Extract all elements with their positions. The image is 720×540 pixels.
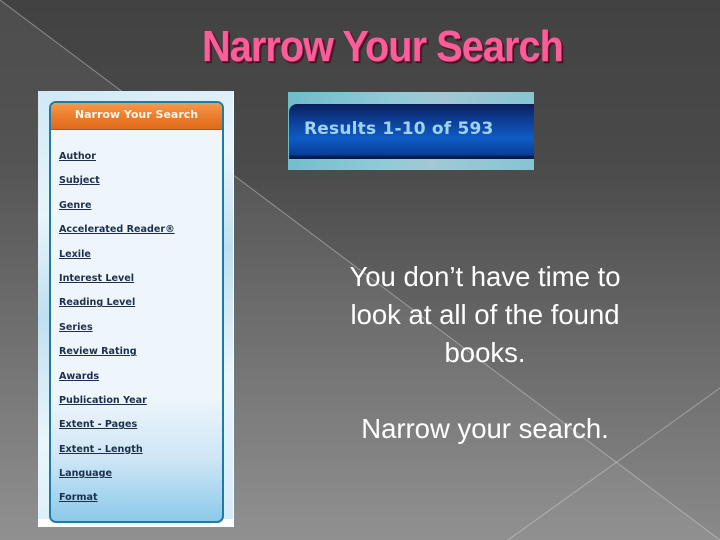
filter-item: Review Rating xyxy=(59,341,175,365)
call-to-action: Narrow your search. xyxy=(361,413,609,444)
results-count-screenshot: Results 1-10 of 593 xyxy=(288,92,534,170)
results-count-bar: Results 1-10 of 593 xyxy=(289,104,534,159)
filter-link-author[interactable]: Author xyxy=(59,151,96,162)
filter-link-extent-pages[interactable]: Extent - Pages xyxy=(59,419,137,430)
filter-link-lexile[interactable]: Lexile xyxy=(59,249,91,260)
filter-item: Subject xyxy=(59,170,175,194)
filter-item: Genre xyxy=(59,195,175,219)
filter-item: Awards xyxy=(59,366,175,390)
slide-body: You don’t have time to look at all of th… xyxy=(300,258,670,448)
filter-link-awards[interactable]: Awards xyxy=(59,371,99,382)
slide-title: Narrow Your Search xyxy=(202,22,564,71)
filter-item: Series xyxy=(59,317,175,341)
filter-list: Author Subject Genre Accelerated Reader®… xyxy=(59,146,175,512)
narrow-search-screenshot: Narrow Your Search Author Subject Genre … xyxy=(38,91,234,527)
filter-link-accelerated-reader[interactable]: Accelerated Reader® xyxy=(59,224,175,235)
filter-item: Interest Level xyxy=(59,268,175,292)
filter-link-language[interactable]: Language xyxy=(59,468,112,479)
narrow-search-panel: Narrow Your Search Author Subject Genre … xyxy=(49,101,224,523)
filter-item: Extent - Length xyxy=(59,439,175,463)
filter-link-series[interactable]: Series xyxy=(59,322,93,333)
results-count-text: Results 1-10 of 593 xyxy=(304,119,494,139)
filter-link-publication-year[interactable]: Publication Year xyxy=(59,395,147,406)
filter-link-subject[interactable]: Subject xyxy=(59,175,100,186)
filter-item: Author xyxy=(59,146,175,170)
filter-item: Format xyxy=(59,487,175,511)
filter-item: Reading Level xyxy=(59,292,175,316)
body-line: You don’t have time to xyxy=(349,261,621,292)
filter-link-review-rating[interactable]: Review Rating xyxy=(59,346,137,357)
filter-link-genre[interactable]: Genre xyxy=(59,200,91,211)
filter-link-format[interactable]: Format xyxy=(59,492,98,503)
body-line: books. xyxy=(444,337,526,368)
filter-item: Language xyxy=(59,463,175,487)
filter-link-extent-length[interactable]: Extent - Length xyxy=(59,444,143,455)
filter-link-reading-level[interactable]: Reading Level xyxy=(59,297,135,308)
filter-item: Lexile xyxy=(59,244,175,268)
filter-item: Extent - Pages xyxy=(59,414,175,438)
body-line: look at all of the found xyxy=(350,299,620,330)
filter-link-interest-level[interactable]: Interest Level xyxy=(59,273,134,284)
filter-item: Accelerated Reader® xyxy=(59,219,175,243)
narrow-search-header: Narrow Your Search xyxy=(51,103,222,130)
filter-item: Publication Year xyxy=(59,390,175,414)
